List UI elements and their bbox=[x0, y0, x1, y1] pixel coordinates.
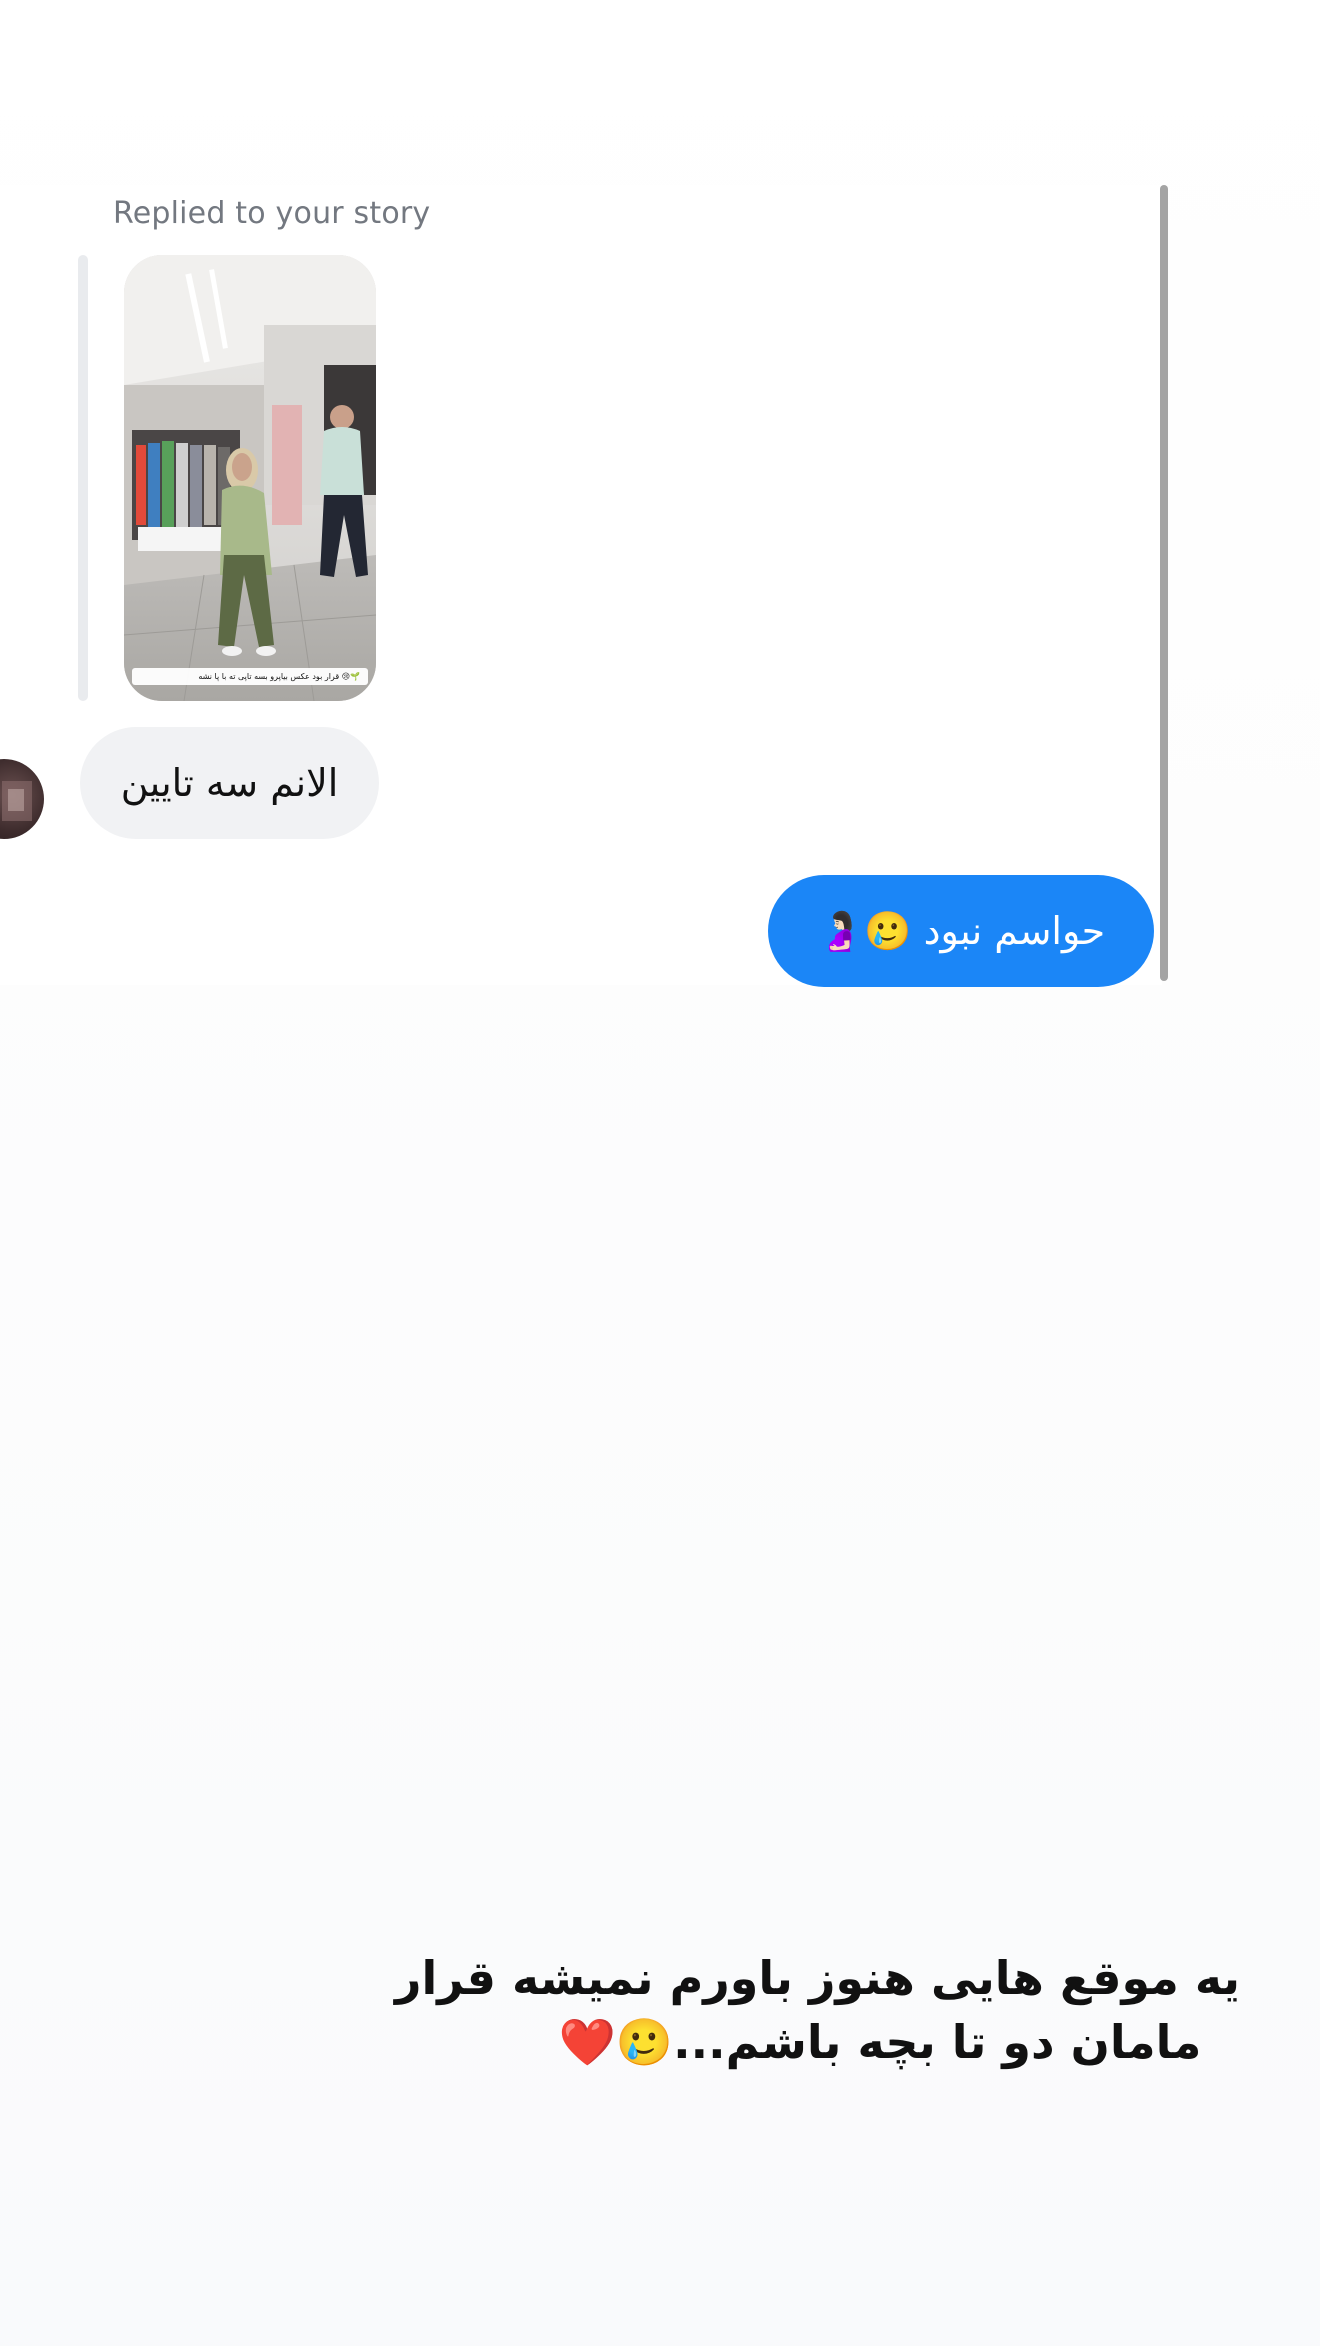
outgoing-message-bubble[interactable]: حواسم نبود 🥲🤰🏻 bbox=[768, 875, 1154, 987]
overlay-caption-line-2: مامان دو تا بچه باشم...🥲❤️ bbox=[558, 2015, 1202, 2069]
overlay-caption-line-1: یه موقع هایی هنوز باورم نمیشه قرار bbox=[394, 1951, 1240, 2005]
reply-indicator-bar bbox=[78, 255, 88, 701]
outgoing-message-text: حواسم نبود 🥲🤰🏻 bbox=[816, 908, 1106, 953]
story-text-overlay: یه موقع هایی هنوز باورم نمیشه قرار مامان… bbox=[394, 1946, 1240, 2074]
replied-to-story-label: Replied to your story bbox=[113, 196, 431, 231]
story-caption: قرار بود عکس بیاپرو بسه تاپی ته با پا نش… bbox=[132, 668, 368, 685]
story-photo bbox=[124, 255, 376, 701]
incoming-message-text: الانم سه تایین bbox=[120, 761, 339, 805]
story-thumbnail[interactable]: قرار بود عکس بیاپرو بسه تاپی ته با پا نش… bbox=[124, 255, 376, 701]
incoming-message-bubble[interactable]: الانم سه تایین bbox=[80, 727, 379, 839]
chat-scrollbar[interactable] bbox=[1160, 185, 1168, 981]
